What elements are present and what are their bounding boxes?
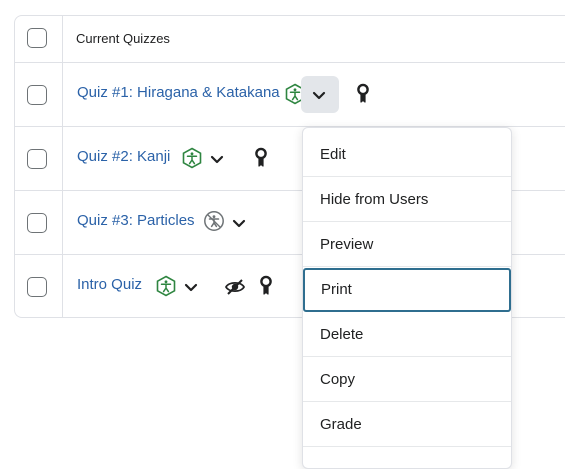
menu-item-edit[interactable]: Edit [303, 133, 511, 177]
column-header-current-quizzes: Current Quizzes [76, 31, 170, 46]
chevron-down-icon[interactable] [184, 283, 198, 292]
award-ribbon-icon [255, 147, 267, 167]
row-checkbox[interactable] [27, 149, 47, 169]
quiz-link[interactable]: Quiz #1: Hiragana & Katakana [77, 84, 280, 101]
chevron-down-icon [312, 91, 326, 100]
accessibility-icon[interactable] [155, 275, 177, 297]
menu-item-hide-from-users[interactable]: Hide from Users [303, 178, 511, 222]
chevron-down-icon[interactable] [232, 219, 246, 228]
table-row: Quiz #1: Hiragana & Katakana [15, 63, 565, 127]
quiz-link[interactable]: Quiz #3: Particles [77, 212, 195, 229]
accessibility-icon[interactable] [181, 147, 203, 169]
menu-item-delete[interactable]: Delete [303, 313, 511, 357]
menu-item-preview[interactable]: Preview [303, 223, 511, 267]
award-ribbon-icon [357, 83, 369, 103]
menu-item-grade[interactable]: Grade [303, 403, 511, 447]
quiz-link[interactable]: Quiz #2: Kanji [77, 148, 170, 165]
chevron-down-icon[interactable] [210, 155, 224, 164]
actions-menu-button[interactable] [301, 76, 339, 113]
row-checkbox[interactable] [27, 277, 47, 297]
award-ribbon-icon [260, 275, 272, 295]
eye-slash-icon [224, 279, 246, 295]
quiz-link[interactable]: Intro Quiz [77, 276, 142, 293]
row-checkbox[interactable] [27, 213, 47, 233]
table-header-row: Current Quizzes [15, 16, 565, 63]
quiz-actions-menu: Edit Hide from Users Preview Print Delet… [302, 127, 512, 469]
accessibility-disabled-icon[interactable] [203, 210, 225, 232]
menu-item-copy[interactable]: Copy [303, 358, 511, 402]
row-checkbox[interactable] [27, 85, 47, 105]
menu-item-print[interactable]: Print [303, 268, 511, 312]
select-all-checkbox[interactable] [27, 28, 47, 48]
